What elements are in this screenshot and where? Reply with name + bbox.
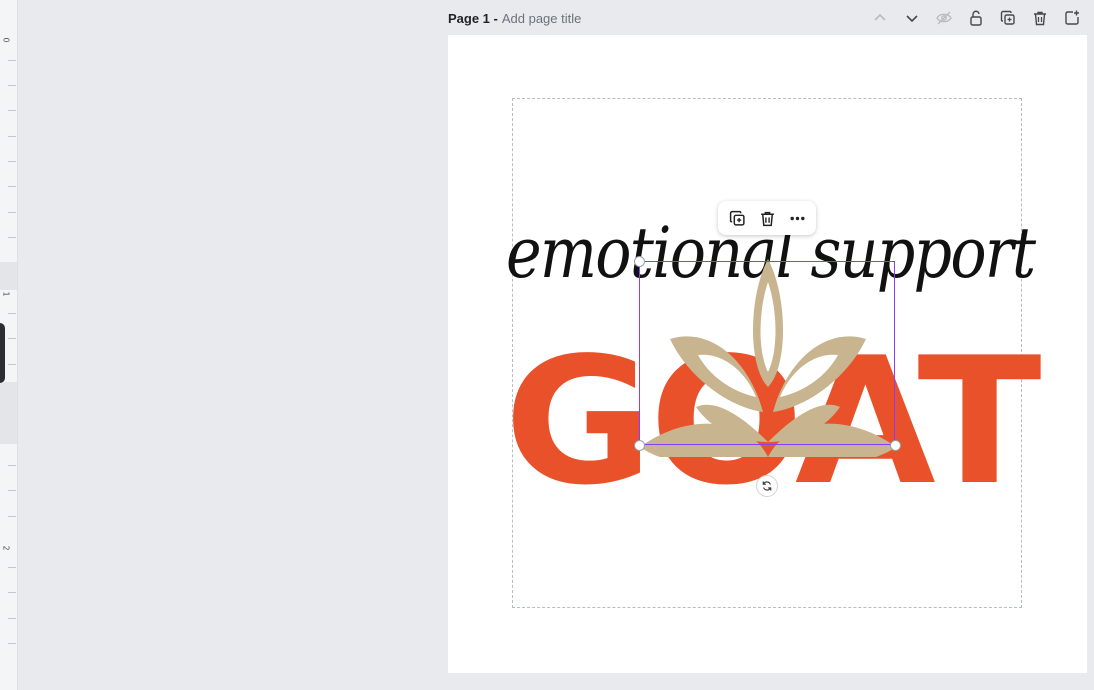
side-panel-handle[interactable] bbox=[0, 323, 5, 383]
lock-icon[interactable] bbox=[964, 6, 988, 30]
trash-icon[interactable] bbox=[754, 205, 780, 231]
add-page-icon[interactable] bbox=[1060, 6, 1084, 30]
element-toolbar bbox=[718, 201, 816, 235]
eye-slash-icon[interactable] bbox=[932, 6, 956, 30]
page-label: Page 1 - bbox=[448, 10, 498, 26]
page-title-input[interactable]: Add page title bbox=[502, 11, 582, 26]
ruler-mark-0: 0 bbox=[1, 37, 11, 43]
chevron-up-icon[interactable] bbox=[868, 6, 892, 30]
design-page[interactable]: emotional support GOAT bbox=[448, 35, 1087, 673]
duplicate-icon[interactable] bbox=[996, 6, 1020, 30]
selection-box bbox=[639, 261, 895, 445]
page-actions bbox=[868, 6, 1084, 30]
trash-icon[interactable] bbox=[1028, 6, 1052, 30]
page-header: Page 1 - Add page title bbox=[448, 8, 581, 28]
duplicate-icon[interactable] bbox=[724, 205, 750, 231]
resize-handle-bottom-left[interactable] bbox=[634, 440, 645, 451]
resize-handle-bottom-right[interactable] bbox=[890, 440, 901, 451]
more-icon[interactable] bbox=[784, 205, 810, 231]
chevron-down-icon[interactable] bbox=[900, 6, 924, 30]
ruler-mark-1: 1 bbox=[1, 291, 11, 297]
resize-handle-top-left[interactable] bbox=[634, 256, 645, 267]
ruler-highlight-band bbox=[0, 382, 17, 444]
rotate-icon[interactable] bbox=[756, 475, 778, 497]
ruler-mark-2: 2 bbox=[1, 545, 11, 551]
ruler-highlight-band bbox=[0, 262, 17, 290]
